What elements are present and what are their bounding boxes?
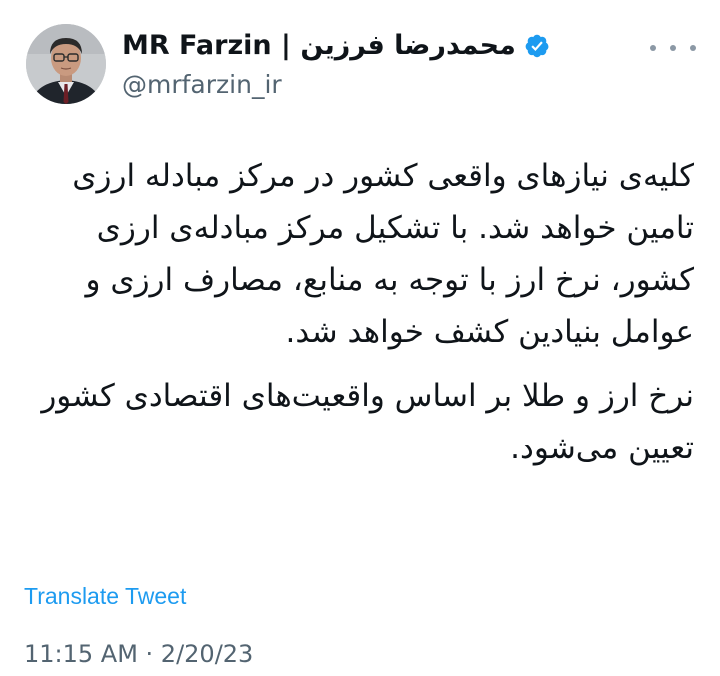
tweet-card: MR Farzin | محمدرضا فرزین @mrfarzin_ir ک… (0, 0, 720, 676)
tweet-paragraph: نرخ ارز و طلا بر اساس واقعیت‌های اقتصادی… (41, 378, 694, 466)
tweet-text: کلیه‌ی نیازهای واقعی کشور در مرکز مبادله… (24, 150, 694, 486)
more-dot-icon (670, 45, 676, 51)
verified-badge-icon (524, 33, 550, 59)
more-dot-icon (650, 45, 656, 51)
author-handle[interactable]: @mrfarzin_ir (122, 70, 282, 99)
tweet-timestamp[interactable]: 11:15 AM · 2/20/23 (24, 640, 253, 668)
author-name-row[interactable]: MR Farzin | محمدرضا فرزین (122, 30, 550, 61)
more-dot-icon (690, 45, 696, 51)
tweet-paragraph: کلیه‌ی نیازهای واقعی کشور در مرکز مبادله… (72, 158, 694, 350)
translate-tweet-link[interactable]: Translate Tweet (24, 583, 186, 610)
author-display-name[interactable]: MR Farzin | محمدرضا فرزین (122, 30, 516, 61)
more-options-icon[interactable] (650, 36, 696, 60)
avatar[interactable] (26, 24, 106, 104)
